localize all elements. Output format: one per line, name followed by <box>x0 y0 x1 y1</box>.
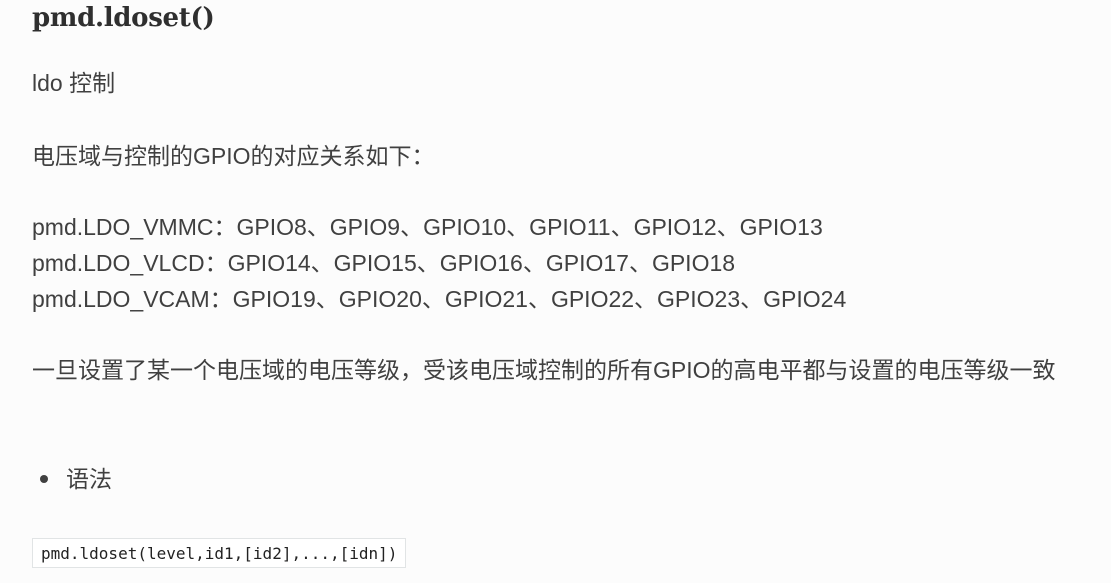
mapping-line-vlcd: pmd.LDO_VLCD：GPIO14、GPIO15、GPIO16、GPIO17… <box>32 250 736 276</box>
voltage-note-paragraph: 一旦设置了某一个电压域的电压等级，受该电压域控制的所有GPIO的高电平都与设置的… <box>32 357 1056 383</box>
mapping-line-vcam: pmd.LDO_VCAM：GPIO19、GPIO20、GPIO21、GPIO22… <box>32 286 847 312</box>
bullet-item-syntax: 语法 <box>40 461 112 497</box>
page-title: pmd.ldoset() <box>32 3 215 33</box>
bullet-dot-icon <box>40 475 48 483</box>
mapping-intro-paragraph: 电压域与控制的GPIO的对应关系如下： <box>32 143 435 169</box>
bullet-list: 语法 <box>40 461 112 497</box>
bullet-label-syntax: 语法 <box>66 466 112 492</box>
mapping-line-vmmc: pmd.LDO_VMMC：GPIO8、GPIO9、GPIO10、GPIO11、G… <box>32 214 823 240</box>
syntax-code-block: pmd.ldoset(level,id1,[id2],...,[idn]) <box>32 538 407 568</box>
ldo-mapping-list: pmd.LDO_VMMC：GPIO8、GPIO9、GPIO10、GPIO11、G… <box>32 209 846 317</box>
intro-paragraph: ldo 控制 <box>32 70 116 96</box>
doc-content: pmd.ldoset() ldo 控制 电压域与控制的GPIO的对应关系如下： … <box>0 0 1111 583</box>
